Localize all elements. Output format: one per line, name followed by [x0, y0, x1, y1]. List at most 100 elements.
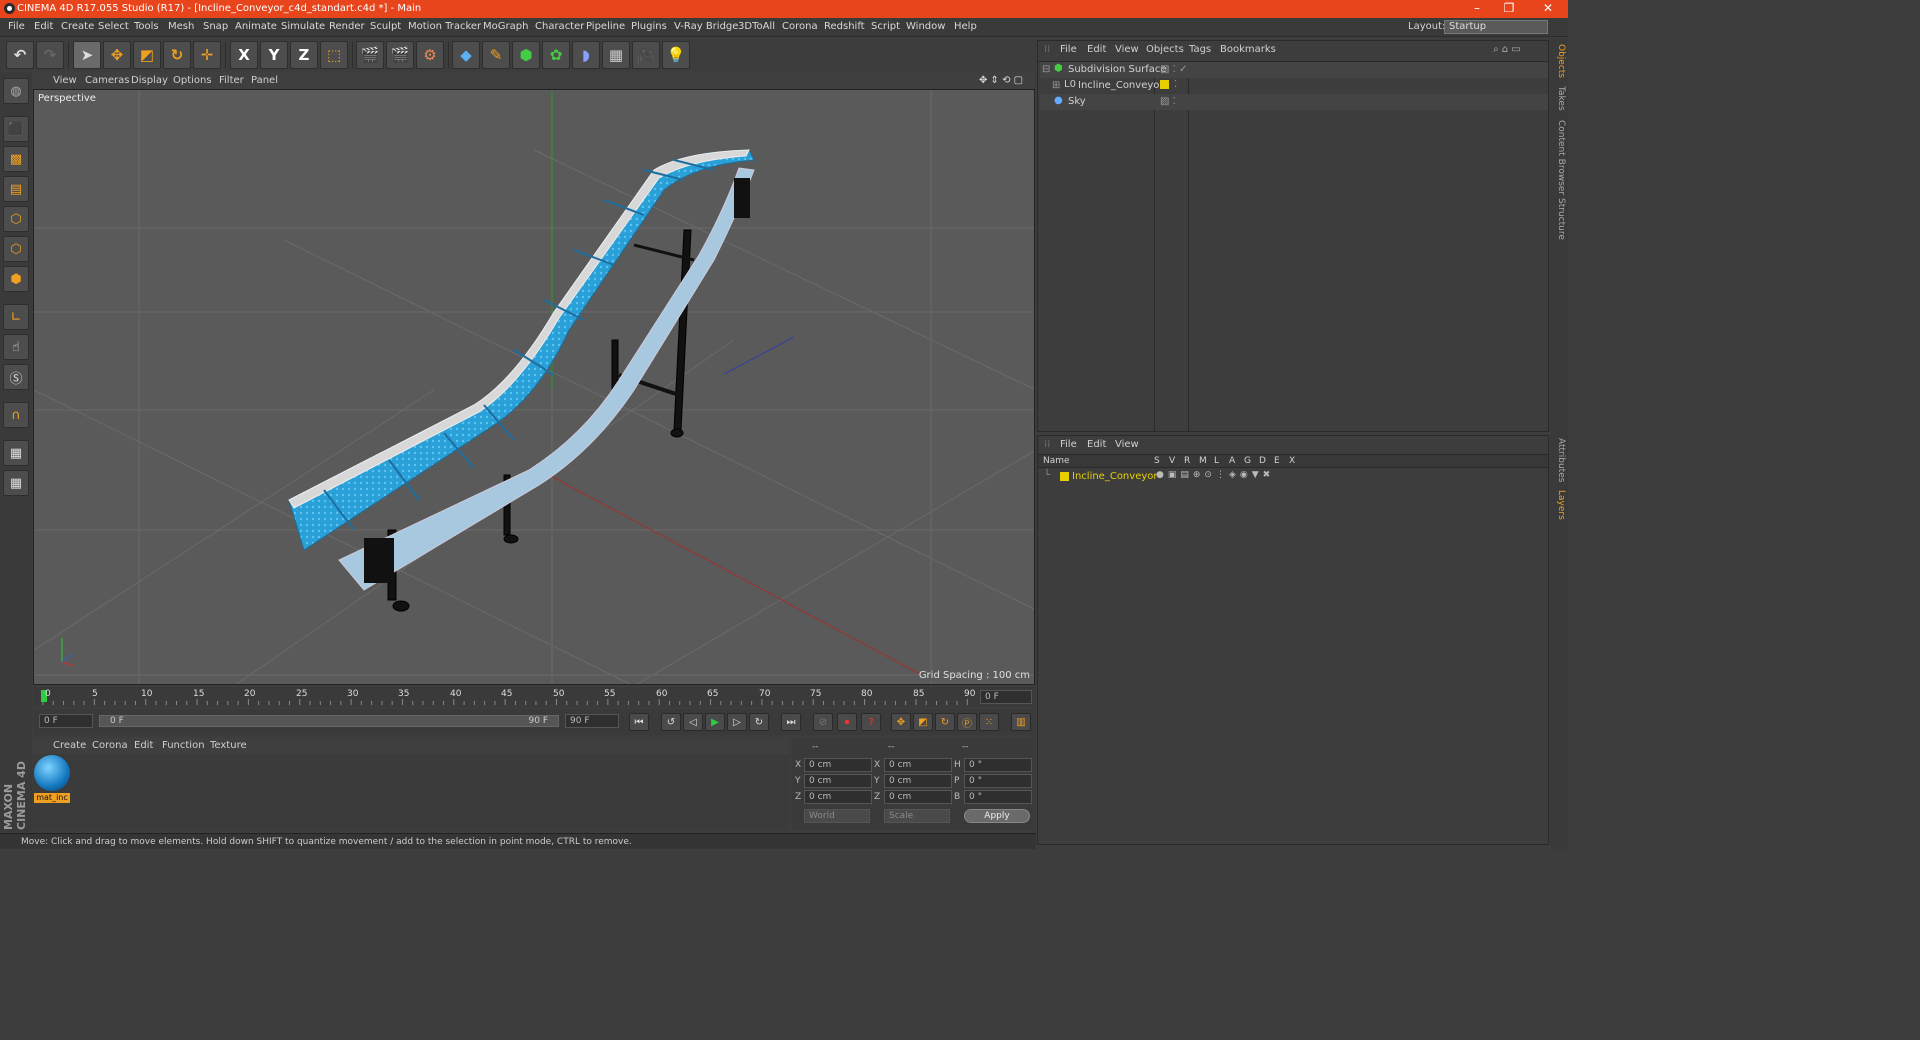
object-name[interactable]: Subdivision Surface: [1068, 64, 1167, 75]
apply-button[interactable]: Apply: [964, 809, 1030, 823]
material-menu-function[interactable]: Function: [162, 740, 205, 751]
layout-select[interactable]: Startup: [1444, 20, 1548, 34]
viewport-nav-icon[interactable]: ✥ ⇕ ⟲ ▢: [979, 75, 1023, 86]
texture-mode-icon[interactable]: ▩: [3, 146, 29, 172]
menu-simulate[interactable]: Simulate: [281, 21, 325, 32]
cube-primitive-icon[interactable]: ◆: [452, 41, 480, 69]
menu-pipeline[interactable]: Pipeline: [586, 21, 625, 32]
restore-button[interactable]: ❐: [1494, 1, 1524, 15]
record-active-icon[interactable]: ⏺: [837, 713, 857, 731]
objects-menu-objects[interactable]: Objects: [1146, 44, 1184, 55]
menu-create[interactable]: Create: [61, 21, 94, 32]
layers-menu-view[interactable]: View: [1115, 439, 1139, 450]
material-name[interactable]: mat_inc: [34, 793, 70, 803]
layer-col-render[interactable]: R: [1184, 456, 1190, 466]
axis-y-lock-button[interactable]: Y: [260, 41, 288, 69]
visibility-dots-icon[interactable]: ▨ ⁚ ✓: [1160, 64, 1187, 75]
objects-menu-edit[interactable]: Edit: [1087, 44, 1106, 55]
deformer-icon[interactable]: ◗: [572, 41, 600, 69]
key-position-icon[interactable]: ✥: [891, 713, 911, 731]
play-icon[interactable]: ▶: [705, 713, 725, 731]
previous-key-icon[interactable]: ↺: [661, 713, 681, 731]
menu-corona[interactable]: Corona: [782, 21, 818, 32]
scale-icon[interactable]: ◩: [133, 41, 161, 69]
material-menu-texture[interactable]: Texture: [210, 740, 247, 751]
side-tab-attributes[interactable]: Attributes: [1552, 438, 1566, 482]
layer-col-manager[interactable]: M: [1199, 456, 1207, 466]
next-frame-icon[interactable]: ▷: [727, 713, 747, 731]
render-picture-viewer-icon[interactable]: 🎬: [386, 41, 414, 69]
visibility-dots-icon[interactable]: ▨ ⁚: [1160, 96, 1176, 107]
rotation-b-field[interactable]: 0 °: [964, 790, 1032, 804]
material-preview-icon[interactable]: [34, 755, 70, 791]
menu-window[interactable]: Window: [906, 21, 945, 32]
solo-mode-icon[interactable]: Ⓢ: [3, 364, 29, 390]
points-mode-icon[interactable]: ⬡: [3, 206, 29, 232]
layer-col-animation[interactable]: A: [1229, 456, 1235, 466]
size-x-field[interactable]: 0 cm: [884, 758, 952, 772]
layer-toggle-icons[interactable]: ●▣▤⊕⊙⋮◈◉▼✖: [1156, 470, 1274, 480]
layer-col-xref[interactable]: X: [1289, 456, 1295, 466]
tweak-mode-icon[interactable]: ☝: [3, 334, 29, 360]
current-frame-field[interactable]: 0 F: [980, 690, 1032, 704]
layer-color-swatch[interactable]: [1060, 472, 1069, 481]
perspective-viewport[interactable]: Perspective Grid Spacing : 100 cm: [33, 89, 1035, 685]
menu-tools[interactable]: Tools: [134, 21, 159, 32]
menu-edit[interactable]: Edit: [34, 21, 53, 32]
model-mode-icon[interactable]: ⬛: [3, 116, 29, 142]
expand-icon[interactable]: ⊟: [1042, 64, 1050, 75]
undo-icon[interactable]: ↶: [6, 41, 34, 69]
objects-menu-file[interactable]: File: [1060, 44, 1077, 55]
position-z-field[interactable]: 0 cm: [804, 790, 872, 804]
layers-menu-file[interactable]: File: [1060, 439, 1077, 450]
menu-mograph[interactable]: MoGraph: [483, 21, 528, 32]
cloner-icon[interactable]: ✿: [542, 41, 570, 69]
size-y-field[interactable]: 0 cm: [884, 774, 952, 788]
live-selection-icon[interactable]: ➤: [73, 41, 101, 69]
polygons-mode-icon[interactable]: ⬢: [3, 266, 29, 292]
axis-mode-icon[interactable]: ∟: [3, 304, 29, 330]
rotate-icon[interactable]: ↻: [163, 41, 191, 69]
rotation-p-field[interactable]: 0 °: [964, 774, 1032, 788]
coordinate-system-icon[interactable]: ⬚: [320, 41, 348, 69]
next-key-icon[interactable]: ↻: [749, 713, 769, 731]
viewport-menu-filter[interactable]: Filter: [219, 75, 244, 86]
layer-col-view[interactable]: V: [1169, 456, 1175, 466]
menu-snap[interactable]: Snap: [203, 21, 228, 32]
object-row[interactable]: ● Sky ▨ ⁚: [1040, 94, 1548, 110]
edges-mode-icon[interactable]: ⬡: [3, 236, 29, 262]
minimize-button[interactable]: –: [1462, 1, 1492, 15]
menu-mesh[interactable]: Mesh: [168, 21, 194, 32]
objects-menu-tags[interactable]: Tags: [1189, 44, 1211, 55]
material-menu-edit[interactable]: Edit: [134, 740, 153, 751]
floor-icon[interactable]: ▦: [602, 41, 630, 69]
viewport-menu-cameras[interactable]: Cameras: [85, 75, 129, 86]
position-y-field[interactable]: 0 cm: [804, 774, 872, 788]
objects-search-icon[interactable]: ⌕ ⌂ ▭: [1493, 44, 1521, 55]
menu-select[interactable]: Select: [98, 21, 129, 32]
frame-range-slider[interactable]: 0 F 90 F: [99, 715, 559, 727]
menu-redshift[interactable]: Redshift: [824, 21, 865, 32]
side-tab-layers[interactable]: Layers: [1552, 490, 1566, 520]
viewport-menu-view[interactable]: View: [53, 75, 77, 86]
go-to-start-icon[interactable]: ⏮: [629, 713, 649, 731]
material-menu-corona[interactable]: Corona: [92, 740, 128, 751]
layer-col-locked[interactable]: L: [1214, 456, 1219, 466]
go-to-end-icon[interactable]: ⏭: [781, 713, 801, 731]
min-frame-field[interactable]: 0 F: [39, 714, 93, 728]
planar-workplane-icon[interactable]: ▦: [3, 470, 29, 496]
viewport-menu-options[interactable]: Options: [173, 75, 212, 86]
transform-icon[interactable]: ✛: [193, 41, 221, 69]
menu-sculpt[interactable]: Sculpt: [370, 21, 401, 32]
pen-spline-icon[interactable]: ✎: [482, 41, 510, 69]
timeline-window-icon[interactable]: ▥: [1011, 713, 1031, 731]
key-parameter-icon[interactable]: Ⓟ: [957, 713, 977, 731]
camera-icon[interactable]: 🎥: [632, 41, 660, 69]
render-settings-icon[interactable]: ⚙: [416, 41, 444, 69]
menu-help[interactable]: Help: [954, 21, 977, 32]
menu-plugins[interactable]: Plugins: [631, 21, 667, 32]
object-row[interactable]: ⊞ L0 Incline_Conveyor ⁚: [1040, 78, 1548, 94]
axis-x-lock-button[interactable]: X: [230, 41, 258, 69]
previous-frame-icon[interactable]: ◁: [683, 713, 703, 731]
menu-vray-bridge[interactable]: V-Ray Bridge: [674, 21, 738, 32]
